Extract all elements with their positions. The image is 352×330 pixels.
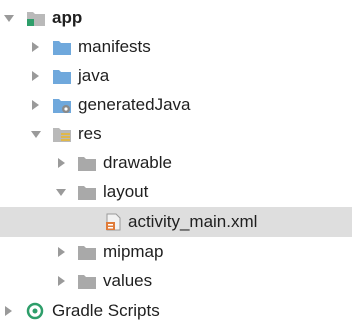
tree-item-activity-main[interactable]: activity_main.xml xyxy=(0,207,352,237)
tree-item-manifests[interactable]: manifests xyxy=(0,32,352,62)
tree-item-drawable[interactable]: drawable xyxy=(0,148,352,178)
folder-gray-icon xyxy=(77,272,97,290)
tree-item-values[interactable]: values xyxy=(0,266,352,296)
tree-item-layout[interactable]: layout xyxy=(0,177,352,207)
chevron-right-icon[interactable] xyxy=(32,100,39,110)
tree-item-label: generatedJava xyxy=(78,95,191,114)
folder-blue-icon xyxy=(52,38,72,56)
folder-gray-icon xyxy=(77,243,97,261)
chevron-right-icon[interactable] xyxy=(58,247,65,257)
tree-item-label: layout xyxy=(103,182,149,201)
resources-folder-icon xyxy=(52,125,72,143)
tree-item-label: res xyxy=(78,124,102,143)
project-tree: app manifests java generatedJava res dra… xyxy=(0,0,352,330)
layout-file-icon xyxy=(103,213,123,231)
chevron-right-icon[interactable] xyxy=(58,158,65,168)
tree-item-label: Gradle Scripts xyxy=(52,301,160,320)
chevron-right-icon[interactable] xyxy=(5,306,12,316)
chevron-right-icon[interactable] xyxy=(32,71,39,81)
folder-gray-icon xyxy=(77,154,97,172)
chevron-right-icon[interactable] xyxy=(32,42,39,52)
module-folder-icon xyxy=(26,9,46,27)
tree-item-res[interactable]: res xyxy=(0,119,352,149)
tree-item-label: drawable xyxy=(103,153,172,172)
tree-item-generated-java[interactable]: generatedJava xyxy=(0,90,352,120)
tree-item-label: mipmap xyxy=(103,242,164,261)
tree-item-label: java xyxy=(78,66,110,85)
folder-generated-icon xyxy=(52,96,72,114)
folder-gray-icon xyxy=(77,183,97,201)
tree-item-mipmap[interactable]: mipmap xyxy=(0,237,352,267)
tree-item-label: values xyxy=(103,271,153,290)
tree-item-label: activity_main.xml xyxy=(128,212,258,231)
tree-item-gradle-scripts[interactable]: Gradle Scripts xyxy=(0,296,352,326)
gradle-icon xyxy=(25,302,45,320)
chevron-down-icon[interactable] xyxy=(4,15,14,22)
chevron-down-icon[interactable] xyxy=(56,189,66,196)
chevron-right-icon[interactable] xyxy=(58,276,65,286)
folder-blue-icon xyxy=(52,67,72,85)
tree-item-app[interactable]: app xyxy=(0,3,352,33)
chevron-down-icon[interactable] xyxy=(31,131,41,138)
tree-item-java[interactable]: java xyxy=(0,61,352,91)
tree-item-label: app xyxy=(52,8,83,27)
tree-item-label: manifests xyxy=(78,37,151,56)
